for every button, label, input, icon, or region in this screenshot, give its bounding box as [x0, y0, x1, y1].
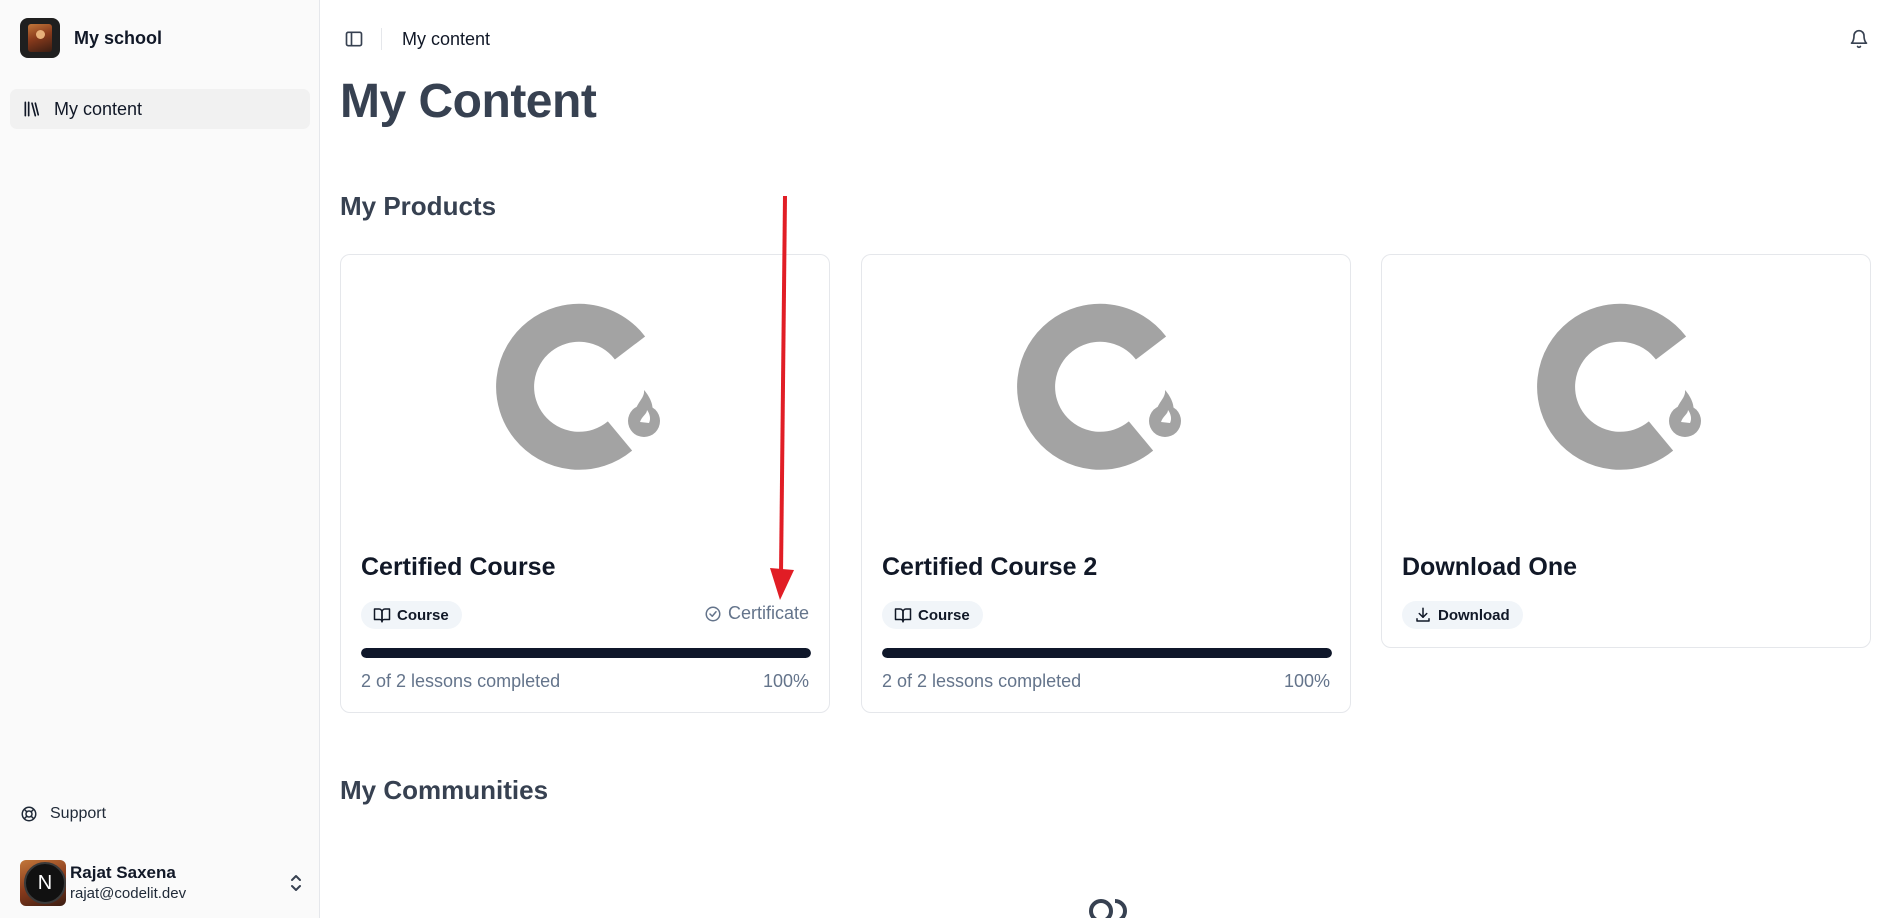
product-card[interactable]: Download One Download	[1381, 254, 1871, 648]
product-type-label: Course	[918, 606, 970, 624]
annotation-arrow	[770, 195, 800, 607]
progress-text: 2 of 2 lessons completed	[361, 671, 561, 691]
n-badge: N	[24, 862, 66, 904]
product-type-badge: Course	[882, 601, 983, 629]
product-title: Certified Course	[361, 553, 556, 581]
product-card[interactable]: Certified Course Course Certificate 2 of…	[340, 254, 830, 713]
progress-bar	[361, 648, 811, 658]
page-title: My Content	[340, 75, 597, 128]
book-open-icon	[373, 606, 391, 624]
sidebar-item-my-content[interactable]: My content	[10, 89, 310, 129]
sidebar-item-label: My content	[54, 98, 143, 119]
sidebar: My school My content Support N Rajat Sax…	[0, 0, 320, 918]
check-circle-icon	[704, 605, 722, 623]
support-label: Support	[50, 805, 107, 822]
avatar: N	[20, 860, 66, 906]
topbar-divider	[381, 28, 382, 50]
progress-percent: 100%	[762, 671, 809, 691]
user-name: Rajat Saxena	[70, 863, 176, 882]
school-logo	[20, 18, 60, 58]
book-open-icon	[894, 606, 912, 624]
library-icon	[22, 99, 42, 119]
product-thumbnail	[1382, 255, 1870, 520]
product-title: Certified Course 2	[882, 553, 1098, 581]
product-type-badge: Download	[1402, 601, 1523, 629]
sidebar-toggle-icon[interactable]	[344, 29, 364, 49]
user-email: rajat@codelit.dev	[70, 885, 187, 902]
user-menu[interactable]: N Rajat Saxena rajat@codelit.dev	[20, 858, 305, 908]
progress-text: 2 of 2 lessons completed	[882, 671, 1082, 691]
communities-heading: My Communities	[340, 775, 549, 805]
product-card[interactable]: Certified Course 2 Course 2 of 2 lessons…	[861, 254, 1351, 713]
support-link[interactable]: Support	[20, 805, 106, 823]
progress-bar	[882, 648, 1332, 658]
product-type-label: Course	[397, 606, 449, 624]
chevrons-up-down-icon[interactable]	[287, 872, 305, 894]
product-thumbnail	[341, 255, 829, 520]
life-buoy-icon	[20, 805, 38, 823]
product-title: Download One	[1402, 553, 1577, 581]
school-switcher[interactable]: My school	[20, 18, 162, 58]
users-icon	[1085, 897, 1131, 918]
download-icon	[1414, 606, 1432, 624]
bell-icon[interactable]	[1849, 28, 1869, 50]
progress-percent: 100%	[1283, 671, 1330, 691]
product-type-label: Download	[1438, 606, 1510, 624]
product-type-badge: Course	[361, 601, 462, 629]
products-heading: My Products	[340, 191, 497, 221]
breadcrumb: My content	[402, 29, 491, 49]
product-thumbnail	[862, 255, 1350, 520]
school-name: My school	[74, 27, 163, 48]
